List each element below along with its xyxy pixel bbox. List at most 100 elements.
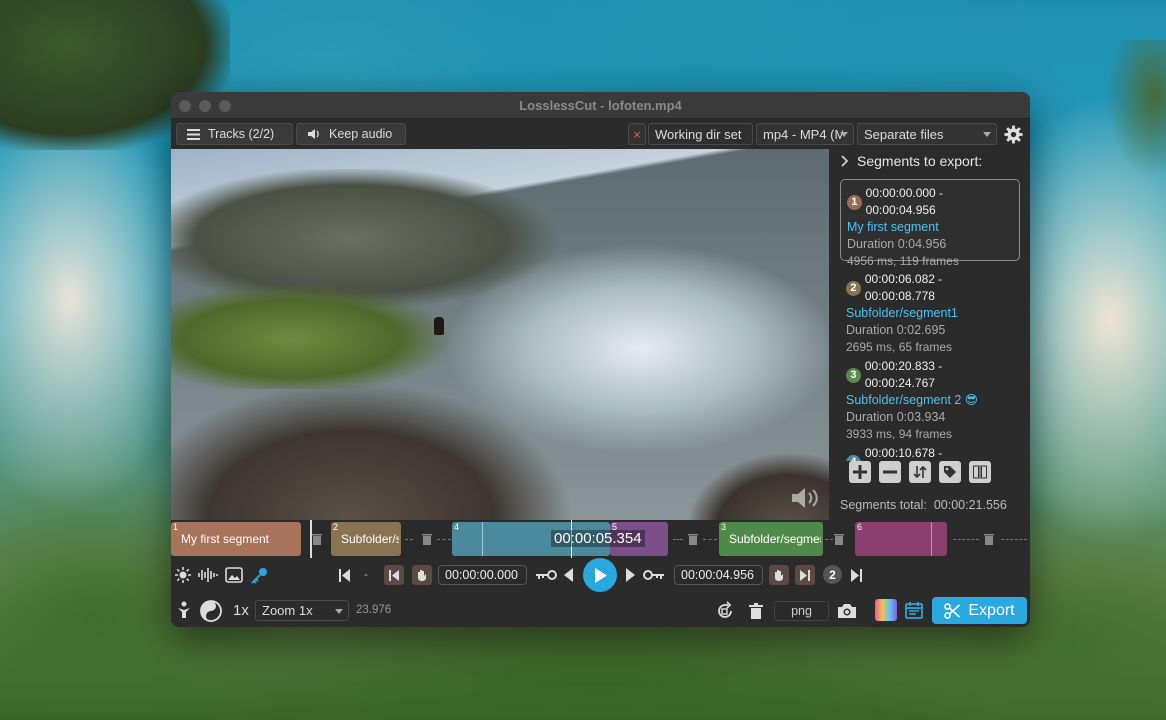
segment-marker [482, 522, 483, 556]
capture-format-select[interactable]: png [774, 601, 829, 621]
set-cut-end-button[interactable] [769, 565, 789, 585]
chevron-down-icon [840, 132, 848, 137]
segment-duration: Duration 0:04.956 [847, 237, 947, 251]
clear-working-dir-button[interactable]: × [628, 123, 646, 145]
sort-icon [913, 465, 927, 479]
skip-forward-icon [800, 569, 810, 581]
output-mode-select[interactable]: Separate files [857, 123, 997, 145]
cut-start-time-input[interactable]: 00:00:00.000 [438, 565, 527, 585]
close-icon: × [633, 126, 641, 142]
segment-item-4[interactable]: 400:00:10.678 - 00:00:14.933 [840, 440, 1020, 461]
key-right-icon[interactable] [643, 568, 665, 582]
tracks-button[interactable]: Tracks (2/2) [176, 123, 293, 145]
export-button[interactable]: Export [932, 597, 1027, 624]
yin-yang-icon[interactable] [200, 600, 222, 622]
segment-range: 00:00:20.833 - 00:00:24.767 [864, 359, 943, 390]
rotate-icon[interactable] [715, 601, 735, 621]
jump-to-cut-end-button[interactable] [795, 565, 815, 585]
timeline-gap [953, 539, 979, 540]
tag-icon [944, 466, 956, 478]
segments-total-value: 00:00:21.556 [933, 498, 1007, 512]
timeline[interactable]: 1 My first segment 2 Subfolder/segment1 … [171, 520, 1030, 558]
format-value: mp4 - MP4 (MPEG-4 Part 14) [763, 126, 843, 142]
segments-header-label: Segments to export: [857, 153, 983, 169]
format-select[interactable]: mp4 - MP4 (MPEG-4 Part 14) [756, 123, 854, 145]
add-segment-button[interactable] [849, 461, 871, 483]
trash-icon[interactable] [983, 532, 995, 545]
chevron-down-icon [335, 609, 343, 614]
key-left-icon[interactable] [535, 568, 557, 582]
next-frame-icon[interactable] [626, 568, 635, 582]
playback-speed[interactable]: 1x [233, 602, 249, 619]
jump-to-end-icon[interactable] [851, 569, 862, 582]
fps-readout: 23.976 [356, 604, 392, 616]
timeline-gap [673, 539, 683, 540]
timeline-segment-label: Subfolder/segment1 [341, 532, 399, 546]
video-player[interactable] [171, 149, 829, 520]
trash-icon[interactable] [687, 532, 699, 545]
segments-total-label: Segments total: [840, 498, 927, 512]
segment-range: 00:00:10.678 - 00:00:14.933 [864, 446, 943, 460]
jump-to-start-icon[interactable] [339, 569, 350, 582]
camera-icon[interactable] [837, 603, 857, 619]
tag-segment-button[interactable] [939, 461, 961, 483]
waveform-icon[interactable] [198, 568, 218, 582]
segment-name: Subfolder/segment1 [846, 306, 958, 320]
play-button[interactable] [583, 558, 617, 592]
image-icon[interactable] [225, 567, 243, 583]
export-label: Export [968, 601, 1015, 619]
timeline-segment-number: 3 [721, 522, 727, 532]
segment-marker [931, 522, 932, 556]
trash-icon[interactable] [749, 603, 763, 619]
segment-name: Subfolder/segment 2 😎 [846, 393, 978, 407]
segment-item-1[interactable]: 1 00:00:00.000 - 00:00:04.956 My first se… [840, 179, 1020, 268]
video-person [434, 317, 444, 335]
split-segment-button[interactable] [969, 461, 991, 483]
split-icon [973, 465, 987, 479]
timeline-segment-label: My first segment [181, 532, 270, 546]
settings-sun-icon[interactable] [175, 567, 191, 583]
separator: - [364, 567, 368, 581]
zoom-value: Zoom 1x [262, 603, 313, 618]
set-cut-start-button[interactable] [412, 565, 432, 585]
working-dir-button[interactable]: Working dir set [648, 123, 753, 145]
zoom-select[interactable]: Zoom 1x [255, 600, 349, 621]
keep-audio-label: Keep audio [329, 127, 393, 141]
timeline-segment-3[interactable]: 3 Subfolder/segment 2 [719, 522, 823, 556]
hand-icon [775, 570, 783, 581]
timeline-segment-2[interactable]: 2 Subfolder/segment1 [331, 522, 401, 556]
current-time: 00:00:05.354 [551, 530, 645, 547]
segment-range: 00:00:00.000 - 00:00:04.956 [865, 186, 944, 217]
segment-item-3[interactable]: 3 00:00:20.833 - 00:00:24.767 Subfolder/s… [840, 353, 1020, 441]
bottom-bar: 1x Zoom 1x 23.976 png Export [171, 592, 1030, 627]
key-icon[interactable] [251, 567, 268, 584]
person-icon[interactable] [176, 601, 192, 619]
segment-badge[interactable]: 2 [823, 565, 842, 584]
volume-icon[interactable] [789, 484, 823, 512]
remove-segment-button[interactable] [879, 461, 901, 483]
tracks-label: Tracks (2/2) [208, 127, 275, 141]
trash-icon[interactable] [311, 532, 323, 545]
segments-header[interactable]: Segments to export: [841, 153, 982, 169]
gear-icon[interactable] [1004, 125, 1023, 144]
hand-icon [418, 570, 426, 581]
menu-icon [187, 128, 200, 140]
calendar-icon[interactable] [905, 601, 923, 619]
timeline-segment-1[interactable]: 1 My first segment [171, 522, 301, 556]
cut-start-time-value: 00:00:00.000 [445, 568, 518, 582]
segment-item-2[interactable]: 2 00:00:06.082 - 00:00:08.778 Subfolder/s… [840, 266, 1020, 354]
plus-icon [853, 465, 867, 479]
app-logo-icon[interactable] [875, 599, 897, 621]
timeline-segment-6[interactable]: 6 [855, 522, 947, 556]
trash-icon[interactable] [421, 532, 433, 545]
keep-audio-button[interactable]: Keep audio [296, 123, 406, 145]
jump-to-cut-start-button[interactable] [384, 565, 404, 585]
sort-segments-button[interactable] [909, 461, 931, 483]
segment-number: 3 [846, 367, 861, 383]
prev-frame-icon[interactable] [564, 568, 573, 582]
cut-end-time-input[interactable]: 00:00:04.956 [674, 565, 763, 585]
timeline-segment-label: Subfolder/segment 2 [729, 532, 821, 546]
trash-icon[interactable] [833, 532, 845, 545]
timeline-gap [1001, 539, 1027, 540]
timeline-segment-number: 6 [857, 522, 863, 532]
